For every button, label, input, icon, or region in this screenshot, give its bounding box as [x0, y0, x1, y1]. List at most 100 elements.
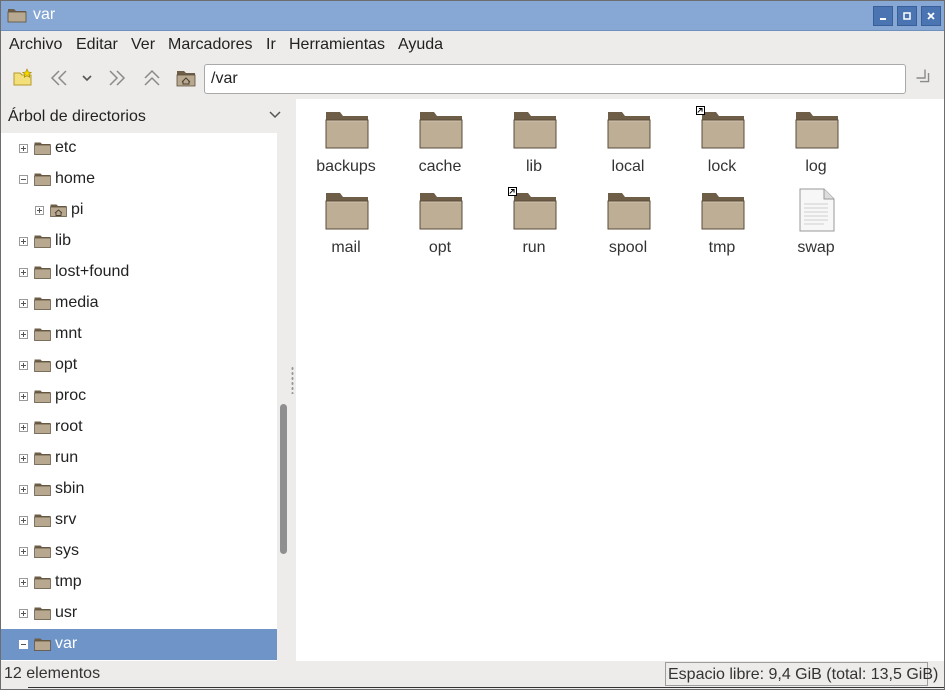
- file-name: backups: [316, 158, 376, 175]
- tree-item-media[interactable]: media: [1, 288, 277, 319]
- close-icon: [927, 12, 935, 20]
- tree-item-label: root: [55, 418, 83, 435]
- side-panel-header[interactable]: Árbol de directorios: [1, 99, 290, 133]
- expand-icon[interactable]: [19, 299, 28, 308]
- path-input[interactable]: /var: [204, 64, 906, 94]
- tree-item-label: media: [55, 294, 99, 311]
- expand-icon[interactable]: [19, 268, 28, 277]
- tree-item-sys[interactable]: sys: [1, 536, 277, 567]
- expand-icon[interactable]: [19, 516, 28, 525]
- tree-item-pi[interactable]: pi: [1, 195, 277, 226]
- folder-item-run[interactable]: run: [487, 180, 581, 260]
- folder-item-local[interactable]: local: [581, 99, 675, 179]
- status-bar: 12 elementos Espacio libre: 9,4 GiB (tot…: [1, 661, 944, 689]
- expand-icon[interactable]: [19, 578, 28, 587]
- tree-item-label: proc: [55, 387, 87, 404]
- folder-icon: [34, 544, 51, 559]
- menu-ayuda[interactable]: Ayuda: [398, 36, 443, 54]
- folder-icon: [34, 327, 51, 342]
- tree-item-sbin[interactable]: sbin: [1, 474, 277, 505]
- tree-item-etc[interactable]: etc: [1, 133, 277, 164]
- folder-item-tmp[interactable]: tmp: [675, 180, 769, 260]
- history-dropdown-button[interactable]: [74, 66, 100, 90]
- tree-item-lib[interactable]: lib: [1, 226, 277, 257]
- chevron-down-icon[interactable]: [269, 110, 281, 120]
- folder-icon: [34, 358, 51, 373]
- up-icon: [144, 69, 160, 86]
- tree-scrollbar[interactable]: [277, 133, 290, 661]
- folder-item-log[interactable]: log: [769, 99, 863, 179]
- expand-icon[interactable]: [19, 330, 28, 339]
- folder-item-spool[interactable]: spool: [581, 180, 675, 260]
- menu-bar: Archivo Editar Ver Marcadores Ir Herrami…: [1, 32, 944, 58]
- back-button[interactable]: [45, 66, 71, 90]
- minimize-button[interactable]: [873, 6, 893, 26]
- forward-icon: [109, 70, 126, 86]
- expand-icon[interactable]: [19, 609, 28, 618]
- menu-ir[interactable]: Ir: [266, 36, 276, 54]
- tree-item-label: home: [55, 170, 96, 187]
- tree-item-home[interactable]: home: [1, 164, 277, 195]
- folder-item-lib[interactable]: lib: [487, 99, 581, 179]
- folder-icon: [419, 190, 463, 230]
- collapse-icon[interactable]: [19, 175, 28, 184]
- new-folder-button[interactable]: [10, 66, 36, 90]
- tree-item-srv[interactable]: srv: [1, 505, 277, 536]
- minimize-icon: [880, 18, 886, 20]
- file-name: lib: [525, 158, 542, 175]
- expand-icon[interactable]: [19, 454, 28, 463]
- expand-icon[interactable]: [19, 485, 28, 494]
- menu-marcadores[interactable]: Marcadores: [168, 36, 252, 54]
- menu-ver[interactable]: Ver: [131, 36, 155, 54]
- folder-icon: [34, 172, 51, 187]
- file-item-swap[interactable]: swap: [769, 180, 863, 260]
- tree-item-label: lib: [55, 232, 72, 249]
- folder-item-cache[interactable]: cache: [393, 99, 487, 179]
- folder-item-lock[interactable]: lock: [675, 99, 769, 179]
- folder-icon: [607, 190, 651, 230]
- folder-icon: [419, 109, 463, 149]
- tree-item-tmp[interactable]: tmp: [1, 567, 277, 598]
- folder-icon: [34, 141, 51, 156]
- menu-archivo[interactable]: Archivo: [9, 36, 62, 54]
- expand-icon[interactable]: [19, 144, 28, 153]
- folder-item-mail[interactable]: mail: [299, 180, 393, 260]
- forward-button[interactable]: [105, 66, 131, 90]
- tree-item-usr[interactable]: usr: [1, 598, 277, 629]
- tree-item-mnt[interactable]: mnt: [1, 319, 277, 350]
- file-view: backups cache lib local lock log mail opt run spo…: [296, 99, 944, 661]
- tree-item-root[interactable]: root: [1, 412, 277, 443]
- go-button[interactable]: [912, 66, 938, 90]
- tree-item-run[interactable]: run: [1, 443, 277, 474]
- tree-scrollbar-thumb[interactable]: [280, 404, 287, 554]
- title-bar: var: [1, 1, 944, 31]
- expand-icon[interactable]: [19, 392, 28, 401]
- divider: [28, 687, 944, 688]
- maximize-button[interactable]: [897, 6, 917, 26]
- menu-herramientas[interactable]: Herramientas: [289, 36, 385, 54]
- folder-icon: [325, 109, 369, 149]
- text-file-icon: [795, 188, 839, 232]
- tree-item-label: etc: [55, 139, 77, 156]
- splitter-handle[interactable]: [291, 366, 294, 394]
- tree-item-proc[interactable]: proc: [1, 381, 277, 412]
- folder-icon: [795, 109, 839, 149]
- up-button[interactable]: [139, 66, 165, 90]
- expand-icon[interactable]: [35, 206, 44, 215]
- expand-icon[interactable]: [19, 423, 28, 432]
- tree-item-lost-found[interactable]: lost+found: [1, 257, 277, 288]
- folder-item-opt[interactable]: opt: [393, 180, 487, 260]
- expand-icon[interactable]: [19, 547, 28, 556]
- close-button[interactable]: [921, 6, 941, 26]
- home-button[interactable]: [173, 66, 199, 90]
- folder-item-backups[interactable]: backups: [299, 99, 393, 179]
- symlink-badge-icon: [696, 106, 705, 115]
- menu-editar[interactable]: Editar: [76, 36, 118, 54]
- tree-item-label: sbin: [55, 480, 85, 497]
- tree-item-opt[interactable]: opt: [1, 350, 277, 381]
- collapse-icon[interactable]: [19, 640, 28, 649]
- expand-icon[interactable]: [19, 361, 28, 370]
- expand-icon[interactable]: [19, 237, 28, 246]
- tree-item-label: tmp: [55, 573, 82, 590]
- tree-item-var[interactable]: var: [1, 629, 277, 660]
